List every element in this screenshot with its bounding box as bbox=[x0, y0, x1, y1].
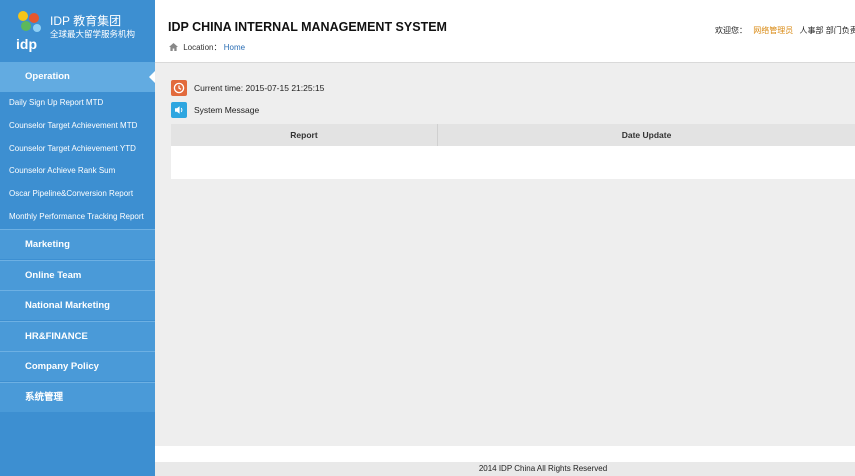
breadcrumb-home-link[interactable]: Home bbox=[224, 43, 245, 52]
page-title: IDP CHINA INTERNAL MANAGEMENT SYSTEM bbox=[168, 20, 447, 34]
user-roles: 人事部 部门负责人 bbox=[799, 26, 855, 35]
logo-brand: IDP 教育集团 bbox=[50, 14, 122, 28]
speaker-icon bbox=[171, 102, 187, 118]
table-header: Report Date Update bbox=[171, 124, 855, 146]
menu-operation[interactable]: Operation bbox=[0, 62, 155, 92]
submenu-item-daily-sign-up[interactable]: Daily Sign Up Report MTD bbox=[0, 92, 155, 115]
main-content: Current time: 2015-07-15 21:25:15 System… bbox=[155, 62, 855, 446]
operation-submenu: Daily Sign Up Report MTD Counselor Targe… bbox=[0, 92, 155, 229]
user-info: 欢迎您： 网络管理员 人事部 部门负责人 bbox=[715, 25, 855, 36]
table-body bbox=[171, 146, 855, 179]
menu-hr-finance[interactable]: HR&FINANCE bbox=[0, 321, 155, 351]
submenu-item-oscar-pipeline[interactable]: Oscar Pipeline&Conversion Report bbox=[0, 183, 155, 206]
footer: 2014 IDP China All Rights Reserved bbox=[155, 446, 855, 476]
column-header-date-update: Date Update bbox=[621, 130, 672, 140]
copyright-text: 2014 IDP China All Rights Reserved bbox=[478, 464, 608, 473]
idp-logo-icon: idp bbox=[16, 11, 41, 52]
system-message-label: System Message bbox=[194, 105, 260, 115]
menu-national-marketing[interactable]: National Marketing bbox=[0, 290, 155, 320]
breadcrumb: Location： Home bbox=[169, 42, 245, 53]
clock-icon bbox=[171, 80, 187, 96]
submenu-item-target-ytd[interactable]: Counselor Target Achievement YTD bbox=[0, 138, 155, 161]
home-icon bbox=[169, 43, 178, 51]
current-time-text: Current time: 2015-07-15 21:25:15 bbox=[194, 83, 325, 93]
logo-subtitle: 全球最大留学服务机构 bbox=[50, 29, 136, 39]
column-header-report: Report bbox=[171, 124, 438, 146]
user-name-link[interactable]: 网络管理员 bbox=[753, 26, 793, 35]
menu-marketing[interactable]: Marketing bbox=[0, 229, 155, 259]
menu-online-team[interactable]: Online Team bbox=[0, 260, 155, 290]
logo: idp IDP 教育集团 全球最大留学服务机构 bbox=[0, 0, 155, 62]
menu-company-policy[interactable]: Company Policy bbox=[0, 351, 155, 381]
header: IDP CHINA INTERNAL MANAGEMENT SYSTEM Loc… bbox=[155, 0, 855, 62]
submenu-item-target-mtd[interactable]: Counselor Target Achievement MTD bbox=[0, 115, 155, 138]
menu-system-management[interactable]: 系统管理 bbox=[0, 382, 155, 412]
menu-operation-label: Operation bbox=[25, 71, 70, 82]
logo-mark-text: idp bbox=[16, 36, 37, 52]
location-label: Location： bbox=[183, 43, 222, 52]
report-table: Report Date Update bbox=[171, 124, 855, 179]
welcome-label: 欢迎您： bbox=[715, 26, 747, 35]
submenu-item-rank-sum[interactable]: Counselor Achieve Rank Sum bbox=[0, 160, 155, 183]
submenu-item-monthly-tracking[interactable]: Monthly Performance Tracking Report bbox=[0, 206, 155, 229]
sidebar: idp IDP 教育集团 全球最大留学服务机构 Operation Daily … bbox=[0, 0, 155, 476]
